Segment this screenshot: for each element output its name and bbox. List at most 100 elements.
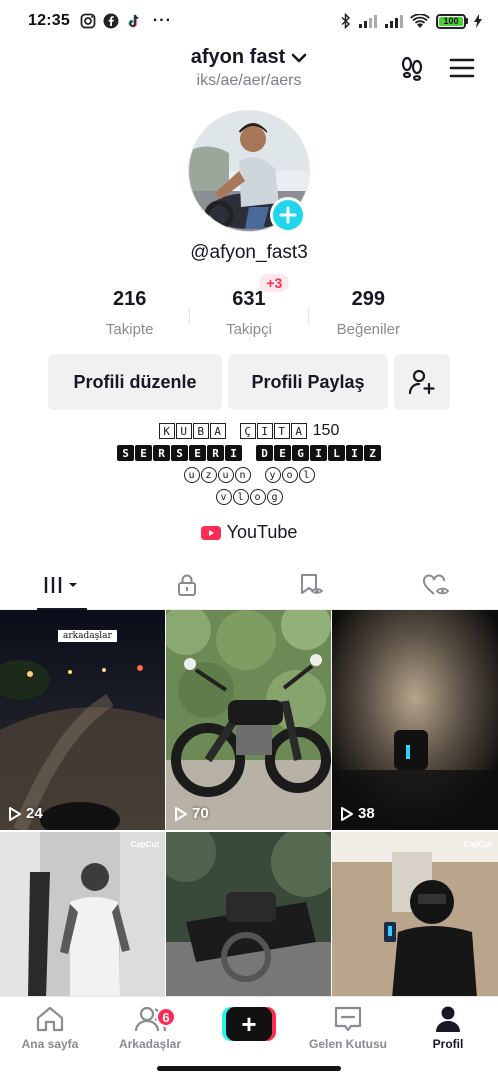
following-label: Takipte xyxy=(105,321,154,338)
add-friends-button[interactable] xyxy=(394,354,450,410)
bio-letter: U xyxy=(175,423,192,439)
capcut-watermark: CapCut xyxy=(130,840,159,849)
menu-button[interactable] xyxy=(446,52,478,84)
battery-icon: 100 xyxy=(436,13,468,29)
thumbnail-image xyxy=(0,832,165,998)
lock-icon xyxy=(177,574,196,596)
bio-letter: I xyxy=(346,445,363,461)
profile-tabs xyxy=(0,560,498,610)
profile-header: afyon fast iks/ae/aer/aers xyxy=(0,42,498,98)
instagram-icon xyxy=(80,13,96,29)
play-icon xyxy=(9,806,21,821)
bio-letter: Ç xyxy=(239,423,256,439)
bio-letter: T xyxy=(273,423,290,439)
system-icons: 100 xyxy=(340,13,482,29)
chevron-down-icon[interactable] xyxy=(291,52,307,64)
bio-letter: v xyxy=(215,489,232,505)
profile-bio: KUBA ÇITA 150 SERSERI DEGILIZ uzun yol v… xyxy=(0,420,498,508)
stat-likes[interactable]: 299 Beğeniler xyxy=(309,286,428,342)
bio-letter: E xyxy=(274,445,291,461)
bio-boxed-word-1: KUBA xyxy=(158,423,226,439)
bio-boxed-word-2: ÇITA xyxy=(239,423,307,439)
youtube-link-label: YouTube xyxy=(226,522,298,542)
tab-private[interactable] xyxy=(125,560,250,609)
thumbnail-image xyxy=(166,832,331,998)
tab-saved[interactable] xyxy=(249,560,374,609)
bio-letter: z xyxy=(200,467,217,483)
following-count: 216 xyxy=(112,288,147,310)
bio-letter: o xyxy=(281,467,298,483)
bio-letter: I xyxy=(310,445,327,461)
bio-circled-word-2: yol xyxy=(264,467,315,483)
tab-videos[interactable] xyxy=(0,560,125,610)
nav-friends[interactable]: 6 Arkadaşlar xyxy=(100,1005,200,1051)
bio-letter: D xyxy=(256,445,273,461)
bio-letter: l xyxy=(232,489,249,505)
view-count-value: 70 xyxy=(192,805,209,822)
followers-count: 631 xyxy=(232,288,266,310)
status-bar: 12:35 ··· 100 xyxy=(0,0,498,42)
bio-letter: E xyxy=(135,445,152,461)
inbox-icon xyxy=(334,1006,362,1032)
profile-actions: Profili düzenle Profili Paylaş xyxy=(48,354,450,410)
videos-grid-icon xyxy=(45,576,78,593)
bio-line-2: SERSERI DEGILIZ xyxy=(0,442,498,464)
tiktok-icon xyxy=(128,14,139,28)
nav-inbox[interactable]: Gelen Kutusu xyxy=(298,1005,398,1051)
wifi-icon xyxy=(410,13,430,28)
facebook-icon xyxy=(103,13,119,29)
bio-filled-word-2: DEGILIZ xyxy=(256,445,381,461)
home-indicator[interactable] xyxy=(157,1066,341,1071)
bio-letter: B xyxy=(192,423,209,439)
create-button[interactable]: + xyxy=(222,1007,276,1041)
signal-icon xyxy=(359,15,377,28)
create-plus-icon: + xyxy=(226,1007,272,1041)
signal-icon xyxy=(385,15,403,28)
video-thumbnail[interactable]: 38 xyxy=(332,610,498,830)
bio-letter: A xyxy=(209,423,226,439)
bio-number: 150 xyxy=(312,422,340,439)
status-time: 12:35 xyxy=(28,12,70,29)
bio-letter: Z xyxy=(364,445,381,461)
stat-following[interactable]: 216 Takipte xyxy=(70,286,189,342)
bio-line-1: KUBA ÇITA 150 xyxy=(0,420,498,442)
bio-letter: L xyxy=(328,445,345,461)
thumbnail-image xyxy=(332,610,498,830)
video-grid: arkadaşlar 24 70 38 CapCut CapCut xyxy=(0,610,498,1052)
edit-profile-button[interactable]: Profili düzenle xyxy=(48,354,222,410)
bio-filled-word-1: SERSERI xyxy=(117,445,242,461)
bio-letter: o xyxy=(249,489,266,505)
nav-home[interactable]: Ana sayfa xyxy=(0,1005,100,1051)
bio-letter: I xyxy=(225,445,242,461)
bio-letter: n xyxy=(234,467,251,483)
battery-level: 100 xyxy=(439,16,463,26)
profile-username[interactable]: afyon fast xyxy=(191,46,285,69)
footprints-icon xyxy=(401,56,423,81)
nav-inbox-label: Gelen Kutusu xyxy=(308,1037,387,1051)
add-user-icon xyxy=(408,369,435,395)
add-story-button[interactable] xyxy=(270,197,306,233)
stat-followers[interactable]: 631 +3 Takipçi xyxy=(189,274,309,342)
profile-stats: 216 Takipte 631 +3 Takipçi 299 Beğeniler xyxy=(70,274,428,342)
view-count: 24 xyxy=(8,805,43,822)
video-thumbnail[interactable]: arkadaşlar 24 xyxy=(0,610,165,830)
view-count: 70 xyxy=(174,805,209,822)
tab-liked[interactable] xyxy=(374,560,498,609)
bio-letter: K xyxy=(158,423,175,439)
friends-notification-badge: 6 xyxy=(156,1007,176,1027)
nav-home-label: Ana sayfa xyxy=(21,1037,79,1051)
thumbnail-image xyxy=(0,610,165,830)
share-profile-button[interactable]: Profili Paylaş xyxy=(228,354,388,410)
youtube-link[interactable]: YouTube xyxy=(0,522,498,543)
bio-letter: R xyxy=(153,445,170,461)
bio-letter: G xyxy=(292,445,309,461)
footprints-button[interactable] xyxy=(396,52,428,84)
bio-letter: g xyxy=(266,489,283,505)
more-notifications-icon: ··· xyxy=(152,12,172,29)
liked-icon xyxy=(422,573,449,595)
bio-line-4: vlog xyxy=(0,486,498,508)
nav-profile[interactable]: Profil xyxy=(398,1005,498,1051)
video-thumbnail[interactable]: 70 xyxy=(166,610,331,830)
profile-handle: @afyon_fast3 xyxy=(190,242,308,263)
capcut-watermark: CapCut xyxy=(463,840,492,849)
